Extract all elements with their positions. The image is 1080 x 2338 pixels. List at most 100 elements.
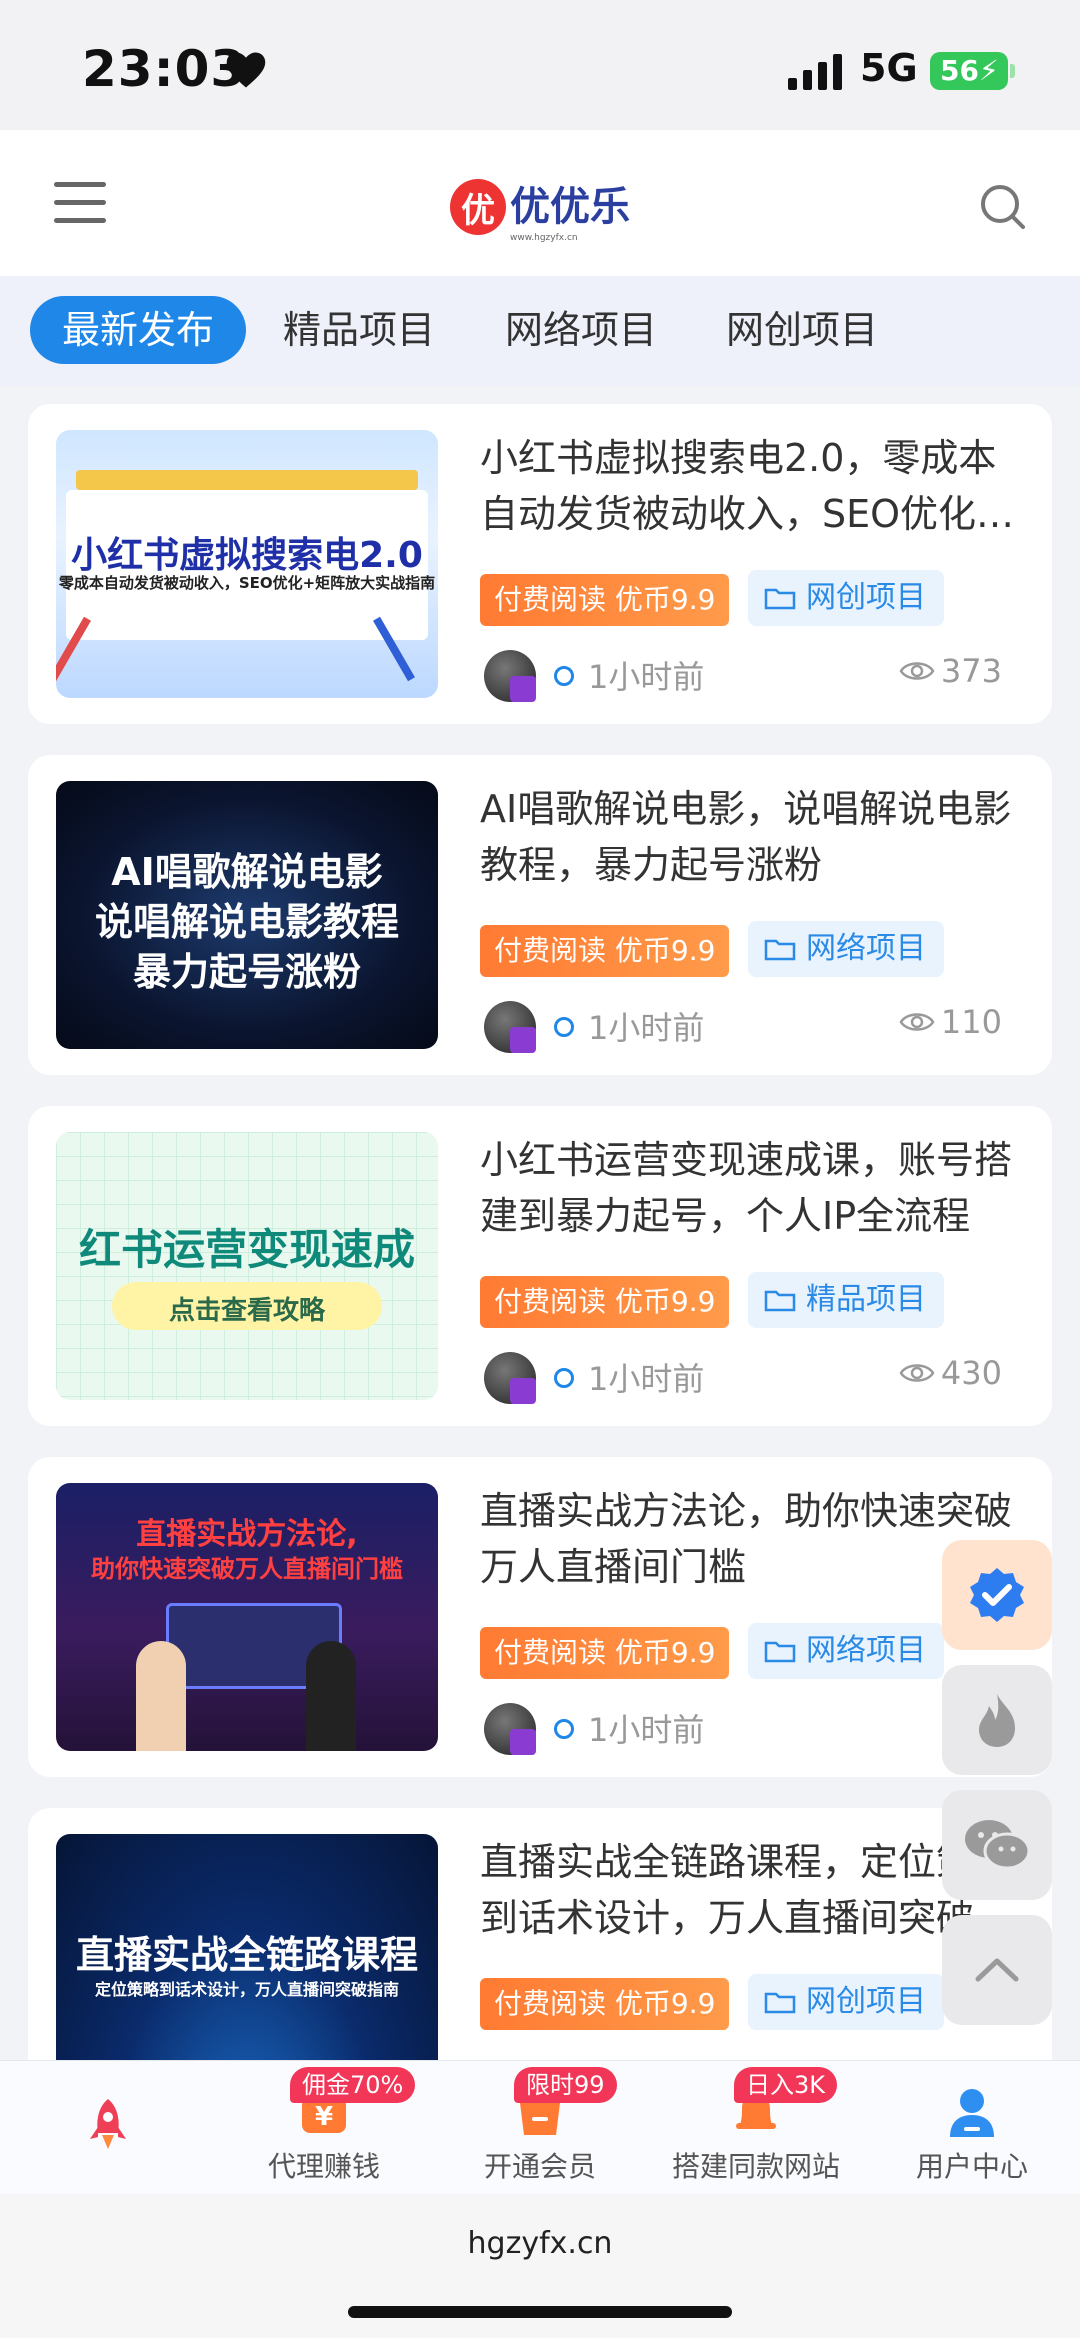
post-time: 1小时前 (588, 1009, 705, 1047)
paid-badge: 付费阅读 优币9.9 (480, 574, 730, 626)
folder-icon (764, 1290, 796, 1312)
post-time: 1小时前 (588, 1711, 705, 1749)
eye-icon (899, 662, 935, 680)
category-tag[interactable]: 网络项目 (748, 1623, 944, 1679)
folder-icon (764, 1641, 796, 1663)
post-time: 1小时前 (588, 658, 705, 696)
paid-badge: 付费阅读 优币9.9 (480, 1627, 730, 1679)
article-card[interactable]: AI唱歌解说电影 说唱解说电影教程 暴力起号涨粉 AI唱歌解说电影，说唱解说电影… (28, 755, 1052, 1075)
category-label: 网创项目 (806, 580, 926, 615)
url-text[interactable]: hgzyfx.cn (0, 2226, 1080, 2261)
folder-icon (764, 939, 796, 961)
back-to-top-button[interactable] (942, 1915, 1052, 2025)
eye-icon (899, 1364, 935, 1382)
nav-label: 用户中心 (915, 2150, 1028, 2183)
battery-tip (1010, 64, 1015, 78)
browser-url-bar[interactable]: hgzyfx.cn (0, 2194, 1080, 2338)
site-logo[interactable]: 优 优优乐 (450, 172, 630, 242)
chevron-up-icon (975, 1958, 1019, 1982)
status-dot-icon (554, 666, 574, 686)
tab-online-business[interactable]: 网创项目 (726, 296, 878, 364)
article-title[interactable]: 小红书运营变现速成课，账号搭建到暴力起号，个人IP全流程 (480, 1132, 1032, 1244)
svg-text:¥: ¥ (315, 2102, 333, 2132)
thumbnail-headline: 小红书虚拟搜索电2.0 (71, 535, 423, 576)
nav-badge: 佣金70% (290, 2067, 416, 2103)
app-header: 优 优优乐 www.hgzyfx.cn (0, 130, 1080, 276)
article-thumbnail[interactable]: 直播实战方法论, 助你快速突破万人直播间门槛 (56, 1483, 438, 1751)
article-thumbnail[interactable]: AI唱歌解说电影 说唱解说电影教程 暴力起号涨粉 (56, 781, 438, 1049)
rocket-icon (90, 2099, 126, 2149)
article-title[interactable]: 小红书虚拟搜索电2.0，零成本自动发货被动收入，SEO优化+矩阵放大实战指南 (480, 430, 1032, 542)
tab-premium[interactable]: 精品项目 (283, 296, 435, 364)
logo-text: 优优乐 (510, 184, 630, 230)
signal-icon (788, 54, 842, 90)
thumbnail-subline: 说唱解说电影教程 (94, 900, 399, 944)
view-count: 373 (899, 652, 1002, 690)
post-time: 1小时前 (588, 1360, 705, 1398)
eye-icon (899, 1013, 935, 1031)
article-card[interactable]: 小红书虚拟搜索电2.0 零成本自动发货被动收入，SEO优化+矩阵放大实战指南 小… (28, 404, 1052, 724)
paid-badge: 付费阅读 优币9.9 (480, 1978, 730, 2030)
nav-membership[interactable]: 限时99 开通会员 (432, 2061, 648, 2195)
logo-subtext: www.hgzyfx.cn (510, 233, 578, 243)
verified-badge-icon (970, 1568, 1024, 1622)
search-icon[interactable] (978, 182, 1028, 232)
category-tag[interactable]: 网创项目 (748, 1974, 944, 2030)
category-label: 网络项目 (806, 1633, 926, 1668)
user-icon (950, 2089, 994, 2137)
view-count-value: 430 (940, 1354, 1002, 1392)
category-label: 精品项目 (806, 1282, 926, 1317)
author-avatar[interactable] (484, 1001, 536, 1053)
thumbnail-headline: 直播实战方法论, (136, 1517, 358, 1552)
author-avatar[interactable] (484, 1352, 536, 1404)
nav-agent[interactable]: ¥ 佣金70% 代理赚钱 (216, 2061, 432, 2195)
category-tag[interactable]: 网创项目 (748, 570, 944, 626)
tab-network[interactable]: 网络项目 (505, 296, 657, 364)
nav-label: 开通会员 (483, 2150, 596, 2183)
thumbnail-subline: 定位策略到话术设计，万人直播间突破指南 (94, 1980, 399, 1999)
article-card[interactable]: 直播实战方法论, 助你快速突破万人直播间门槛 直播实战方法论，助你快速突破万人直… (28, 1457, 1052, 1777)
home-indicator[interactable] (348, 2306, 732, 2318)
article-title[interactable]: AI唱歌解说电影，说唱解说电影教程，暴力起号涨粉 (480, 781, 1032, 893)
network-label: 5G (860, 46, 918, 90)
checkin-button[interactable] (942, 1540, 1052, 1650)
thumbnail-headline: 红书运营变现速成 (78, 1225, 415, 1274)
category-tag[interactable]: 网络项目 (748, 921, 944, 977)
hot-button[interactable] (942, 1665, 1052, 1775)
author-avatar[interactable] (484, 650, 536, 702)
category-tag[interactable]: 精品项目 (748, 1272, 944, 1328)
wechat-icon (965, 1820, 1031, 1870)
nav-home[interactable] (0, 2061, 216, 2195)
battery-level: 56 (940, 54, 979, 87)
folder-icon (764, 1992, 796, 2014)
status-time: 23:03 (82, 40, 247, 98)
view-count: 430 (899, 1354, 1002, 1392)
flame-icon (979, 1694, 1015, 1747)
tab-latest[interactable]: 最新发布 (30, 296, 247, 364)
category-label: 网创项目 (806, 1984, 926, 2019)
author-avatar[interactable] (484, 1703, 536, 1755)
category-tabs: 最新发布 精品项目 网络项目 网创项目 (0, 276, 1080, 386)
view-count: 110 (899, 1003, 1002, 1041)
thumbnail-subline: 零成本自动发货被动收入，SEO优化+矩阵放大实战指南 (58, 574, 436, 592)
nav-badge: 限时99 (514, 2067, 617, 2103)
battery-indicator: 56⚡ (930, 52, 1008, 90)
paid-badge: 付费阅读 优币9.9 (480, 1276, 730, 1328)
thumbnail-headline: AI唱歌解说电影 (111, 850, 383, 894)
menu-icon[interactable] (54, 182, 106, 224)
thumbnail-subline: 点击查看攻略 (168, 1296, 325, 1326)
status-bar: 23:03 5G 56⚡ (0, 0, 1080, 130)
article-thumbnail[interactable]: 小红书虚拟搜索电2.0 零成本自动发货被动收入，SEO优化+矩阵放大实战指南 (56, 430, 438, 698)
wechat-button[interactable] (942, 1790, 1052, 1900)
thumbnail-subline: 助你快速突破万人直播间门槛 (91, 1555, 403, 1583)
thumbnail-headline: 直播实战全链路课程 (75, 1933, 418, 1977)
logo-badge: 优 (450, 179, 506, 235)
status-dot-icon (554, 1017, 574, 1037)
nav-label: 搭建同款网站 (671, 2150, 840, 2183)
nav-build-site[interactable]: 日入3K 搭建同款网站 (648, 2061, 864, 2195)
article-card[interactable]: 红书运营变现速成 点击查看攻略 小红书运营变现速成课，账号搭建到暴力起号，个人I… (28, 1106, 1052, 1426)
category-label: 网络项目 (806, 931, 926, 966)
nav-user-center[interactable]: 用户中心 (864, 2061, 1080, 2195)
folder-icon (764, 588, 796, 610)
article-thumbnail[interactable]: 红书运营变现速成 点击查看攻略 (56, 1132, 438, 1400)
